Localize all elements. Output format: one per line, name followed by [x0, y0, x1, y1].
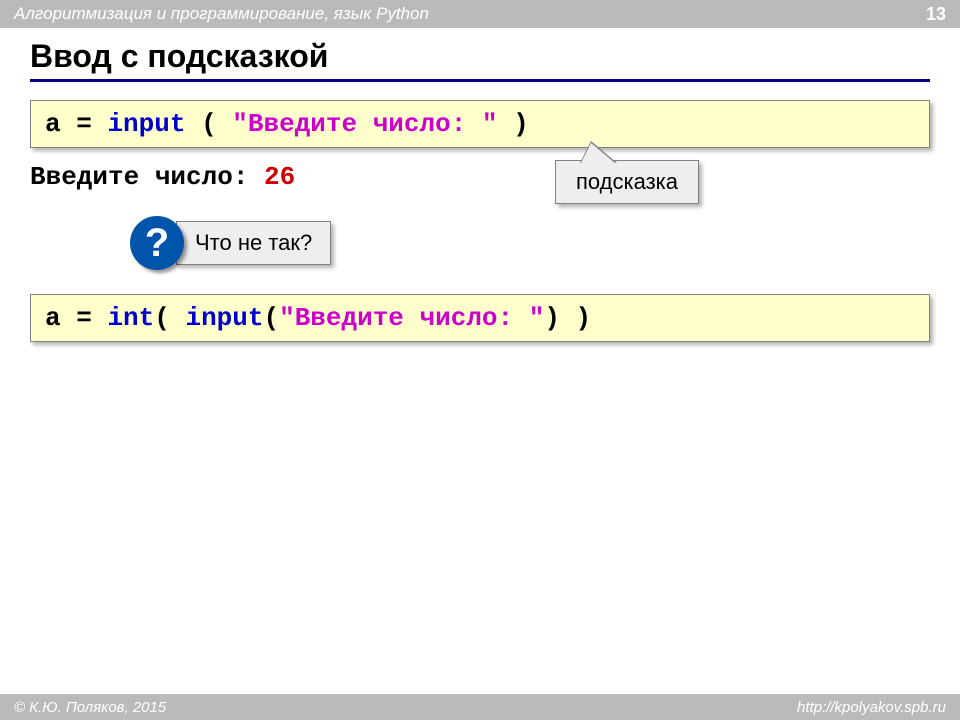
question-mark-icon: ? — [130, 216, 184, 270]
code-paren: ) — [498, 109, 529, 139]
question-text-box: Что не так? — [176, 221, 331, 265]
code-block-2: a = int( input("Введите число: ") ) — [30, 294, 930, 342]
code-paren: ( — [263, 303, 279, 333]
code-var: a — [45, 303, 76, 333]
question-row: ? Что не так? — [130, 216, 930, 270]
hint-callout-wrap: подсказка — [555, 160, 699, 204]
footer-url: http://kpolyakov.spb.ru — [797, 699, 946, 716]
header-bar: Алгоритмизация и программирование, язык … — [0, 0, 960, 28]
code-paren: ( — [201, 109, 232, 139]
code-string: "Введите число: " — [279, 303, 544, 333]
slide-title: Ввод с подсказкой — [30, 38, 930, 82]
footer-bar: © К.Ю. Поляков, 2015 http://kpolyakov.sp… — [0, 694, 960, 720]
hint-callout: подсказка — [555, 160, 699, 204]
footer-copyright: © К.Ю. Поляков, 2015 — [14, 699, 166, 716]
hint-label: подсказка — [576, 169, 678, 194]
code-func-int: int — [107, 303, 154, 333]
header-title: Алгоритмизация и программирование, язык … — [14, 4, 429, 24]
question-text: Что не так? — [195, 230, 312, 255]
code-paren: ) — [544, 303, 560, 333]
output-prompt: Введите число: — [30, 162, 264, 192]
code-string: "Введите число: " — [232, 109, 497, 139]
code-block-1: a = input ( "Введите число: " ) — [30, 100, 930, 148]
output-line: Введите число: 26 — [30, 162, 930, 192]
slide-content: Ввод с подсказкой a = input ( "Введите ч… — [0, 28, 960, 342]
page-number: 13 — [926, 4, 946, 25]
code-paren: ) — [560, 303, 591, 333]
output-value: 26 — [264, 162, 295, 192]
question-mark: ? — [145, 221, 169, 266]
code-func-input: input — [107, 109, 201, 139]
code-paren: ( — [154, 303, 185, 333]
code-op: = — [76, 109, 107, 139]
code-op: = — [76, 303, 107, 333]
code-func-input: input — [185, 303, 263, 333]
code-var: a — [45, 109, 76, 139]
